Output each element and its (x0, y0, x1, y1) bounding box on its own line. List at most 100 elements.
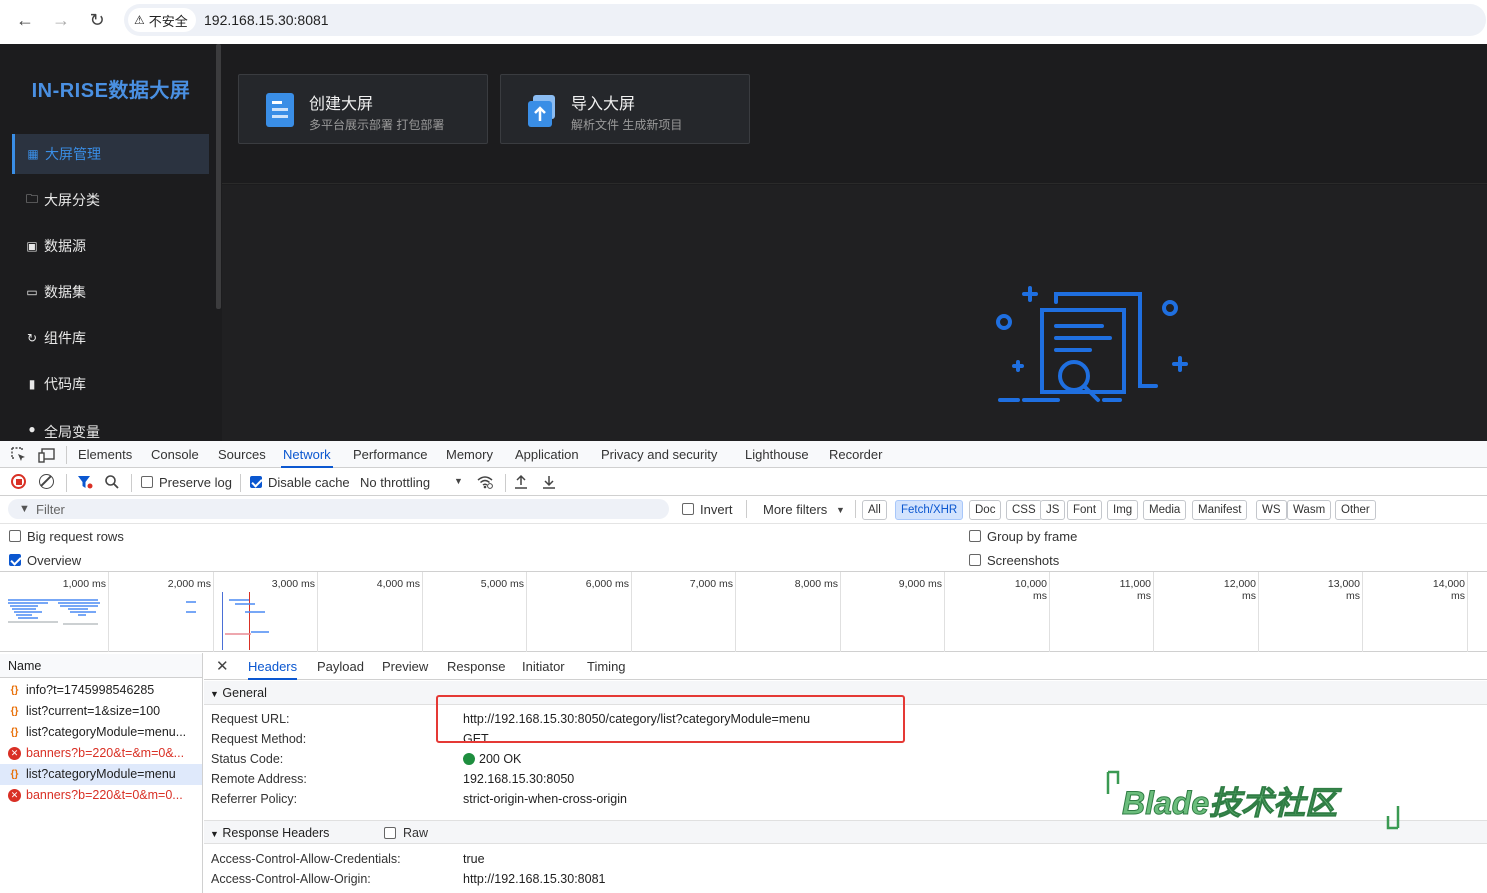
watermark-text: Blade技术社区 (1122, 785, 1342, 821)
type-filter-other[interactable]: Other (1335, 500, 1376, 520)
sidebar-item-screen-management[interactable]: ▦ 大屏管理 (12, 134, 209, 174)
sidebar-scrollbar[interactable] (216, 44, 221, 309)
timeline-request-bars (225, 598, 273, 640)
tab-elements[interactable]: Elements (76, 441, 134, 468)
triangle-down-icon: ▼ (210, 829, 219, 839)
preserve-log-checkbox[interactable] (141, 476, 153, 488)
screenshots-checkbox[interactable] (969, 554, 981, 566)
invert-checkbox[interactable] (682, 503, 694, 515)
timeline-tick-label: 1,000 ms (62, 578, 106, 590)
filter-funnel-icon[interactable] (77, 474, 93, 490)
xhr-icon: {} (10, 685, 19, 696)
type-filter-manifest[interactable]: Manifest (1192, 500, 1248, 520)
record-stop-icon[interactable] (11, 474, 26, 489)
tab-preview[interactable]: Preview (382, 654, 428, 680)
request-row[interactable]: ✕ banners?b=220&t=0&m=0... (0, 785, 202, 806)
search-icon[interactable] (104, 474, 120, 490)
type-filter-ws[interactable]: WS (1256, 500, 1287, 520)
tab-network[interactable]: Network (281, 441, 333, 468)
type-filter-fetch-xhr[interactable]: Fetch/XHR (895, 500, 964, 520)
tab-payload[interactable]: Payload (317, 654, 364, 680)
request-row[interactable]: {} list?categoryModule=menu... (0, 722, 202, 743)
error-x-icon: ✕ (8, 747, 21, 760)
filter-input[interactable] (8, 499, 669, 519)
tab-headers[interactable]: Headers (248, 654, 298, 680)
tab-timing[interactable]: Timing (587, 654, 626, 680)
tab-sources[interactable]: Sources (216, 441, 268, 468)
referrer-policy-value[interactable]: strict-origin-when-cross-origin (463, 792, 627, 806)
timeline-tick-label: 3,000 ms (271, 578, 315, 590)
type-filter-img[interactable]: Img (1107, 500, 1139, 520)
chevron-down-icon[interactable]: ▼ (454, 476, 463, 486)
group-by-frame-checkbox[interactable] (969, 530, 981, 542)
security-badge[interactable]: ⚠ 不安全 (128, 8, 196, 32)
export-har-icon[interactable] (541, 474, 557, 490)
create-screen-card[interactable]: 创建大屏 多平台展示部署 打包部署 (238, 74, 488, 144)
timeline-tick-line (213, 572, 214, 652)
sidebar-item-components[interactable]: ↻ 组件库 (12, 318, 209, 358)
sidebar-item-label: 大屏管理 (45, 146, 101, 162)
sidebar-item-dataset[interactable]: ▭ 数据集 (12, 272, 209, 312)
tab-response[interactable]: Response (447, 654, 506, 680)
back-arrow-icon[interactable]: ← (13, 10, 37, 30)
watermark-logo: Blade技术社区 (1104, 770, 1404, 832)
type-filter-js[interactable]: JS (1040, 500, 1066, 520)
type-filter-wasm[interactable]: Wasm (1287, 500, 1332, 520)
request-row[interactable]: {} list?current=1&size=100 (0, 701, 202, 722)
clear-icon[interactable] (39, 474, 54, 489)
url-text[interactable]: 192.168.15.30:8081 (204, 12, 329, 28)
tab-initiator[interactable]: Initiator (522, 654, 565, 680)
status-code-value[interactable]: 200 OK (479, 752, 521, 766)
throttling-select[interactable]: No throttling (360, 475, 430, 490)
type-filter-media[interactable]: Media (1143, 500, 1187, 520)
timeline-tick-line (526, 572, 527, 652)
sidebar-item-screen-category[interactable]: 🗀 大屏分类 (12, 180, 209, 220)
type-filter-font[interactable]: Font (1067, 500, 1103, 520)
empty-state-search-document-icon (994, 280, 1190, 410)
device-toolbar-icon[interactable] (38, 447, 56, 463)
type-filter-all[interactable]: All (862, 500, 887, 520)
request-row-selected[interactable]: {} list?categoryModule=menu (0, 764, 202, 785)
timeline-tick-label: 2,000 ms (167, 578, 211, 590)
tab-memory[interactable]: Memory (444, 441, 495, 468)
xhr-icon: {} (10, 769, 19, 780)
request-row[interactable]: {} info?t=1745998546285 (0, 680, 202, 701)
acao-value[interactable]: http://192.168.15.30:8081 (463, 872, 606, 886)
import-har-icon[interactable] (513, 474, 529, 490)
network-conditions-wifi-icon[interactable] (476, 474, 494, 490)
inspect-element-icon[interactable] (11, 447, 27, 463)
disable-cache-checkbox[interactable] (250, 476, 262, 488)
timeline-tick-line (317, 572, 318, 652)
sidebar-item-code-library[interactable]: ▮ 代码库 (12, 364, 209, 404)
tab-application[interactable]: Application (513, 441, 581, 468)
raw-checkbox[interactable] (384, 827, 396, 839)
overview-checkbox[interactable] (9, 554, 21, 566)
sidebar-item-datasource[interactable]: ▣ 数据源 (12, 226, 209, 266)
tab-privacy-and-security[interactable]: Privacy and security (599, 441, 719, 468)
acac-value[interactable]: true (463, 852, 485, 866)
divider (505, 474, 506, 492)
forward-arrow-icon[interactable]: → (49, 10, 73, 30)
big-request-rows-checkbox[interactable] (9, 530, 21, 542)
import-screen-card[interactable]: 导入大屏 解析文件 生成新项目 (500, 74, 750, 144)
reload-icon[interactable]: ↻ (85, 10, 109, 30)
name-column-header[interactable]: Name (0, 654, 202, 678)
xhr-icon: {} (10, 706, 19, 717)
request-row[interactable]: ✕ banners?b=220&t=&m=0&... (0, 743, 202, 764)
more-filters-dropdown[interactable]: More filters (763, 502, 827, 517)
close-icon[interactable]: ✕ (216, 657, 229, 675)
type-filter-doc[interactable]: Doc (969, 500, 1002, 520)
tab-recorder[interactable]: Recorder (827, 441, 884, 468)
network-overview-timeline[interactable] (0, 571, 1487, 652)
tab-console[interactable]: Console (149, 441, 201, 468)
tab-performance[interactable]: Performance (351, 441, 429, 468)
type-filter-css[interactable]: CSS (1006, 500, 1042, 520)
upload-icon (525, 91, 559, 129)
sidebar-item-global-variables[interactable]: ● 全局变量 (12, 410, 209, 441)
remote-address-value[interactable]: 192.168.15.30:8050 (463, 772, 574, 786)
sidebar-item-label: 组件库 (44, 330, 86, 346)
tab-lighthouse[interactable]: Lighthouse (743, 441, 811, 468)
acao-key: Access-Control-Allow-Origin: (211, 872, 371, 886)
chevron-down-icon[interactable]: ▼ (836, 505, 845, 515)
preserve-log-label: Preserve log (159, 475, 232, 490)
